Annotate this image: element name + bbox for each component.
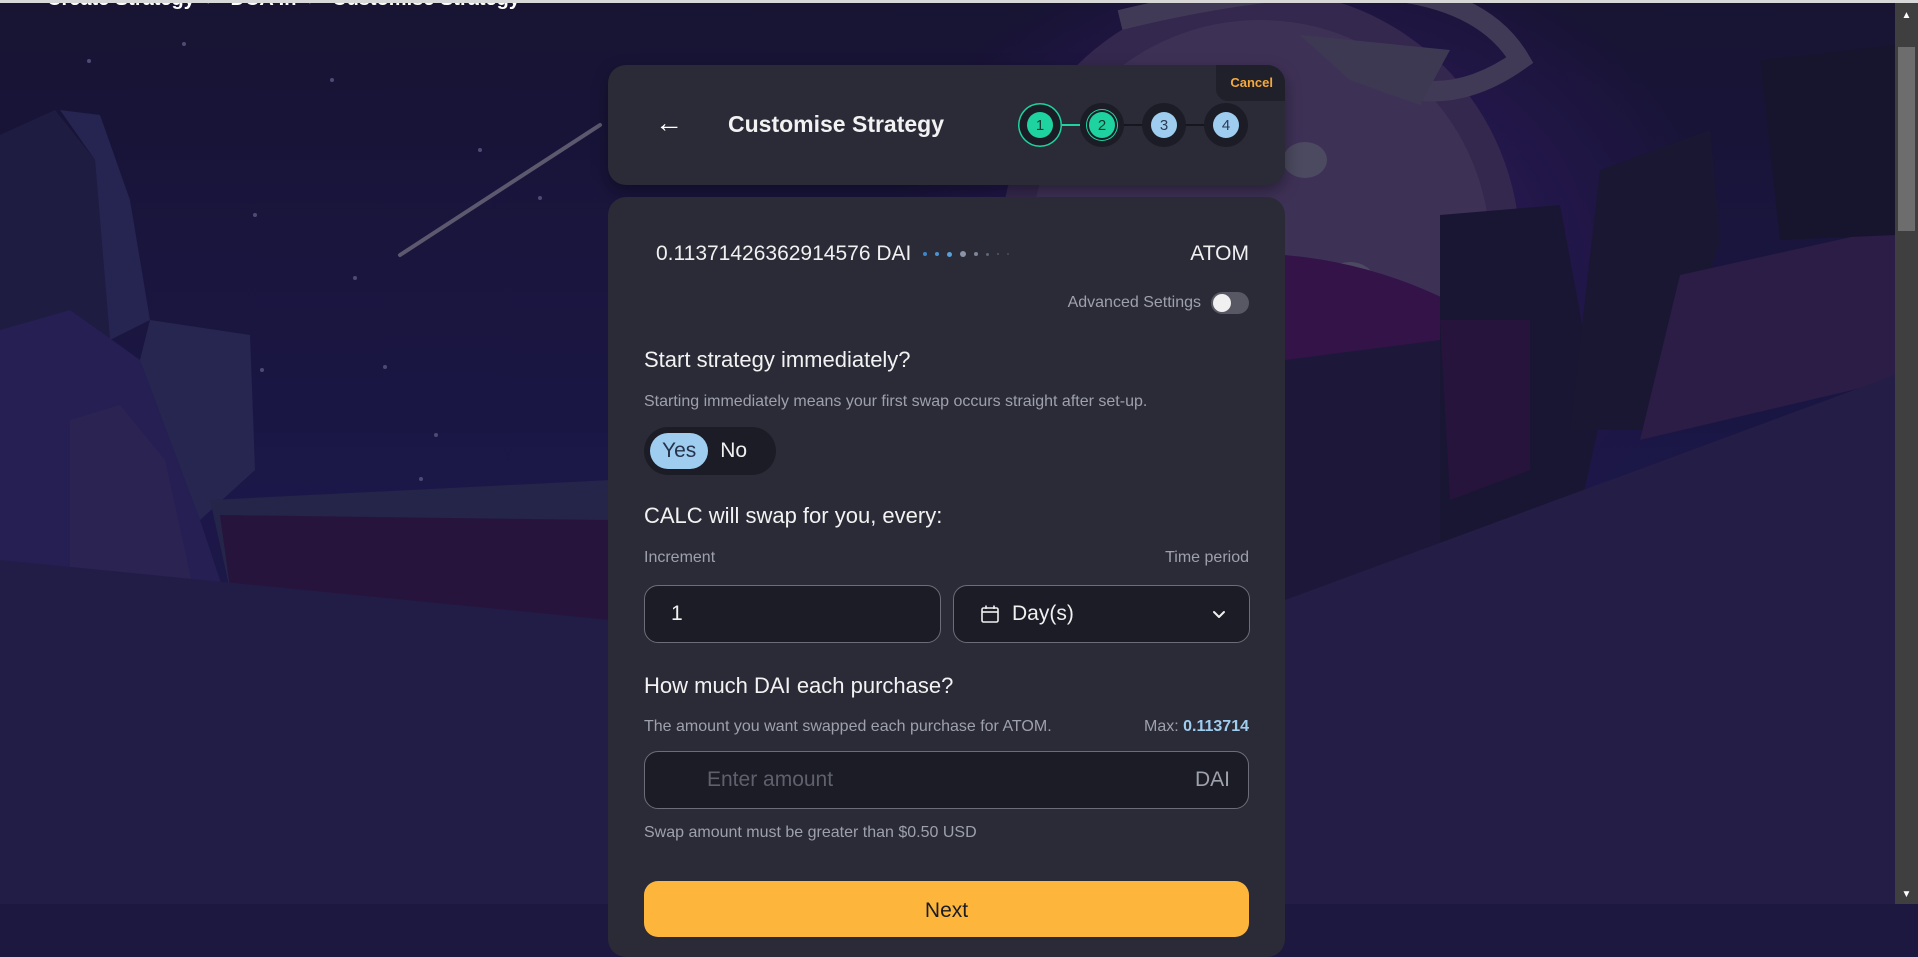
initial-deposit-amount: 0.11371426362914576 DAI: [656, 242, 912, 265]
start-immediately-toggle: Yes No: [644, 427, 776, 475]
header-card: ← Customise Strategy Cancel 1 2 3 4: [608, 65, 1285, 185]
target-denom: ATOM: [1190, 242, 1249, 265]
no-option[interactable]: No: [708, 433, 759, 469]
arrow-left-icon: ←: [655, 107, 683, 138]
swap-amount-field[interactable]: DAI: [644, 751, 1249, 809]
page-scrollbar[interactable]: ▲ ▼: [1895, 3, 1918, 904]
swap-amount-denom: DAI: [1194, 768, 1230, 791]
step-1[interactable]: 1: [1018, 103, 1062, 147]
start-immediately-help: Starting immediately means your first sw…: [644, 393, 1148, 410]
interval-title: CALC will swap for you, every:: [644, 503, 943, 528]
advanced-settings-toggle[interactable]: [1211, 292, 1249, 314]
step-number: 4: [1213, 112, 1239, 138]
max-amount-button[interactable]: 0.113714: [1183, 718, 1249, 735]
max-amount: Max: 0.113714: [1144, 718, 1249, 736]
strategy-summary: 0.11371426362914576 DAI ATOM: [656, 239, 1249, 269]
step-number: 1: [1027, 112, 1053, 138]
page-title: Customise Strategy: [728, 111, 945, 137]
scroll-down-arrow-icon[interactable]: ▼: [1895, 884, 1918, 904]
time-period-select[interactable]: Day(s): [953, 585, 1250, 643]
chevron-down-icon: [1213, 611, 1225, 618]
time-period-label: Time period: [1165, 549, 1249, 566]
form-card: 0.11371426362914576 DAI ATOM Advanced Se…: [608, 197, 1285, 957]
advanced-settings-label: Advanced Settings: [1067, 294, 1201, 311]
increment-label: Increment: [644, 549, 716, 566]
swap-amount-help: The amount you want swapped each purchas…: [644, 718, 1052, 735]
next-button[interactable]: Next: [644, 881, 1249, 937]
step-number: 3: [1151, 112, 1177, 138]
back-button[interactable]: ←: [655, 103, 695, 143]
step-number: 2: [1089, 112, 1115, 138]
progress-stepper: 1 2 3 4: [1018, 103, 1248, 147]
cancel-button[interactable]: Cancel: [1216, 65, 1285, 101]
advanced-settings: Advanced Settings: [1068, 292, 1249, 314]
start-immediately-title: Start strategy immediately?: [644, 347, 911, 372]
swap-amount-input[interactable]: [705, 767, 1195, 793]
increment-input[interactable]: [669, 601, 940, 627]
time-period-value: Day(s): [1012, 602, 1074, 625]
swap-amount-validation: Swap amount must be greater than $0.50 U…: [644, 824, 977, 841]
increment-field[interactable]: [644, 585, 941, 643]
step-4[interactable]: 4: [1204, 103, 1248, 147]
scroll-thumb[interactable]: [1898, 47, 1915, 231]
max-label: Max:: [1144, 718, 1179, 735]
swap-amount-title: How much DAI each purchase?: [644, 673, 954, 698]
calendar-icon: [981, 605, 999, 623]
window-top-border: [0, 0, 1918, 3]
step-3[interactable]: 3: [1142, 103, 1186, 147]
toggle-knob: [1213, 294, 1231, 312]
yes-option[interactable]: Yes: [650, 433, 709, 469]
scroll-up-arrow-icon[interactable]: ▲: [1895, 5, 1918, 25]
step-2[interactable]: 2: [1080, 103, 1124, 147]
progress-dots-icon: [923, 251, 1010, 257]
